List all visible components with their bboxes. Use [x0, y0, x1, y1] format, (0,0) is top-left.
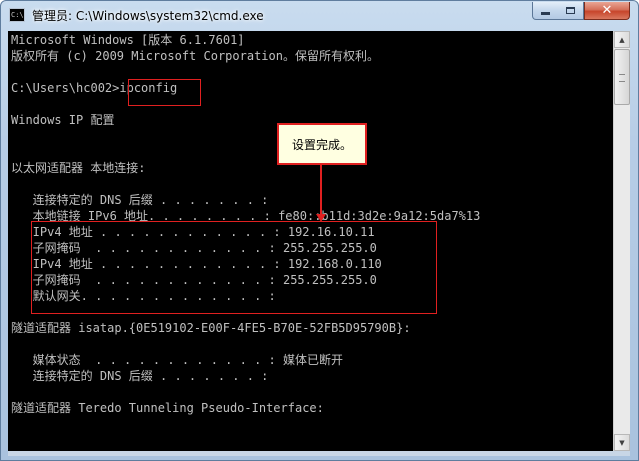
console-line: 隧道适配器 isatap.{0E519102-E00F-4FE5-B70E-52…	[11, 321, 411, 335]
maximize-button[interactable]	[558, 2, 584, 20]
scroll-up-button[interactable]: ▲	[614, 31, 630, 48]
callout-arrowhead	[316, 214, 326, 222]
console-line: 连接特定的 DNS 后缀 . . . . . . . :	[11, 369, 269, 383]
vertical-scrollbar[interactable]: ▲ ▼	[613, 31, 630, 451]
minimize-icon	[541, 12, 550, 15]
arrow-down-icon: ▼	[619, 438, 625, 447]
close-icon: ✕	[601, 3, 613, 18]
console-line: Windows IP 配置	[11, 113, 115, 127]
maximize-icon	[566, 7, 575, 14]
console-line: 连接特定的 DNS 后缀 . . . . . . . :	[11, 193, 269, 207]
console-line: 隧道适配器 Teredo Tunneling Pseudo-Interface:	[11, 401, 324, 415]
console-line: Microsoft Windows [版本 6.1.7601]	[11, 33, 245, 47]
annotation-callout: 设置完成。	[277, 123, 367, 165]
cmd-icon[interactable]: C:\	[9, 8, 25, 22]
console-line: 以太网适配器 本地连接:	[11, 161, 146, 175]
close-button[interactable]: ✕	[584, 2, 630, 20]
arrow-up-icon: ▲	[619, 35, 625, 44]
title-bar[interactable]: C:\ 管理员: C:\Windows\system32\cmd.exe ✕	[1, 1, 638, 31]
console-line: 版权所有 (c) 2009 Microsoft Corporation。保留所有…	[11, 49, 379, 63]
scroll-down-button[interactable]: ▼	[614, 434, 630, 451]
scroll-thumb[interactable]	[614, 49, 630, 105]
grip-icon	[619, 74, 625, 82]
console-line: 媒体状态 . . . . . . . . . . . . : 媒体已断开	[11, 353, 343, 367]
command-highlight-box	[128, 79, 201, 106]
cmd-window: C:\ 管理员: C:\Windows\system32\cmd.exe ✕ M…	[0, 0, 639, 461]
window-title: 管理员: C:\Windows\system32\cmd.exe	[32, 9, 264, 23]
callout-arrow	[320, 165, 322, 215]
minimize-button[interactable]	[532, 2, 559, 20]
console-output[interactable]: Microsoft Windows [版本 6.1.7601] 版权所有 (c)…	[8, 31, 613, 451]
ip-config-highlight-box	[31, 221, 437, 314]
window-bottom-frame	[8, 451, 630, 456]
